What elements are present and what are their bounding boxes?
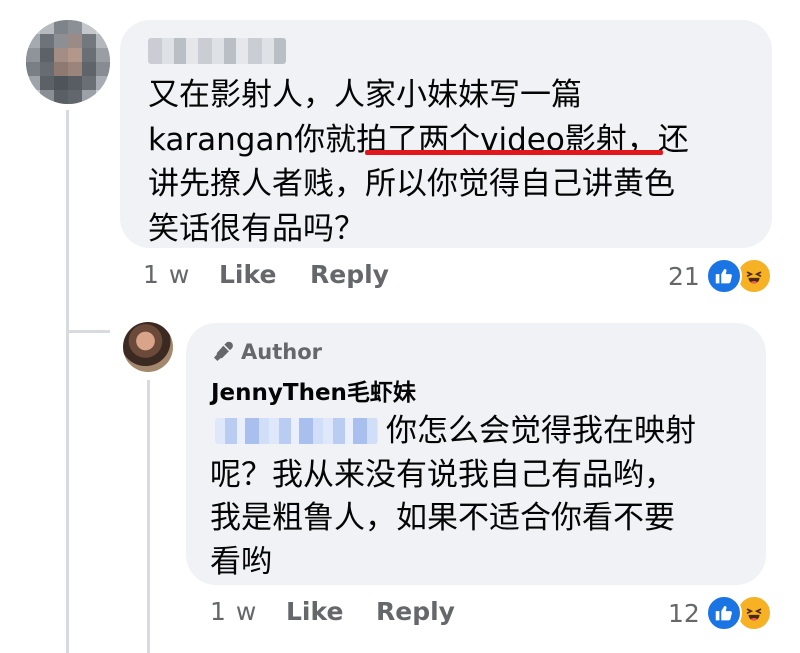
comment-text: 又在影射人，人家小妹妹写一篇 karangan你就拍了两个video影射，还 讲…: [148, 77, 689, 247]
thread-line: [66, 110, 69, 653]
reply-button[interactable]: Reply: [310, 260, 389, 289]
reply-timestamp[interactable]: 1 w: [210, 597, 286, 626]
author-badge: Author: [211, 340, 322, 364]
reaction-summary[interactable]: 21: [668, 258, 772, 294]
like-button[interactable]: Like: [219, 260, 310, 289]
thread-line-branch: [66, 330, 110, 333]
red-underline-annotation: [365, 150, 663, 155]
reply-text-line: 呢？我从来没有说我自己有品哟，: [210, 456, 675, 493]
reply-text-line: 看哟: [210, 543, 272, 580]
reply-text: 你怎么会觉得我在映射呢？我从来没有说我自己有品哟， 我是粗鲁人，如果不适合你看不要…: [210, 410, 696, 584]
reply-text-line: 你怎么会觉得我在映射: [386, 413, 696, 449]
author-name[interactable]: JennyThen毛虾妹: [211, 373, 416, 407]
reply-actions: 1 w Like Reply: [210, 597, 455, 626]
comment-actions: 1 w Like Reply: [143, 260, 389, 289]
like-button[interactable]: Like: [286, 597, 376, 626]
reply-text-line: 我是粗鲁人，如果不适合你看不要: [210, 500, 675, 536]
reply-thread-line: [147, 380, 150, 653]
reaction-count: 21: [668, 261, 700, 291]
microphone-icon: [214, 341, 233, 361]
like-reaction-icon: [705, 595, 742, 631]
comment-timestamp[interactable]: 1 w: [143, 260, 219, 289]
reaction-summary[interactable]: 12: [668, 595, 772, 631]
reaction-count: 12: [668, 598, 700, 628]
reply-button[interactable]: Reply: [376, 597, 455, 626]
author-badge-label: Author: [241, 340, 322, 364]
commenter-avatar[interactable]: [26, 20, 110, 104]
commenter-name-blurred[interactable]: [148, 38, 286, 64]
like-reaction-icon: [705, 258, 742, 294]
author-avatar[interactable]: [123, 322, 173, 372]
